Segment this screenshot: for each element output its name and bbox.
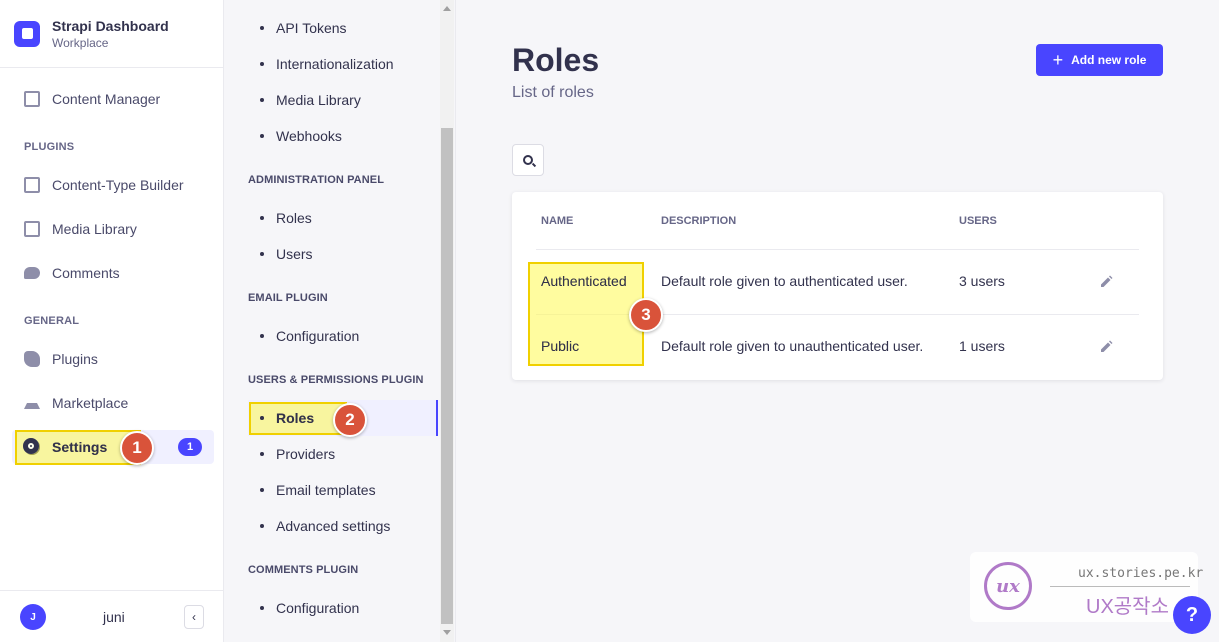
pencil-square-icon <box>24 91 40 107</box>
subnav-section-users-permissions: USERS & PERMISSIONS PLUGIN <box>248 374 424 386</box>
role-description: Default role given to authenticated user… <box>661 273 908 289</box>
step-marker-1: 1 <box>120 431 154 465</box>
step-marker-3: 3 <box>629 298 663 332</box>
nav-item-media-library[interactable]: Media Library <box>12 212 214 246</box>
subnav-item-providers[interactable]: Providers <box>248 436 438 472</box>
nav-item-marketplace[interactable]: Marketplace <box>12 386 214 420</box>
nav-item-label: Media Library <box>52 221 137 237</box>
nav-item-plugins[interactable]: Plugins <box>12 342 214 376</box>
subnav-section-admin: ADMINISTRATION PANEL <box>248 174 385 186</box>
search-button[interactable] <box>512 144 544 176</box>
brand-title: Strapi Dashboard <box>52 17 169 34</box>
subnav-item-admin-roles[interactable]: Roles <box>248 200 438 236</box>
nav-item-label: Content-Type Builder <box>52 177 184 193</box>
shopping-cart-icon <box>24 397 40 409</box>
subnav-item-admin-users[interactable]: Users <box>248 236 438 272</box>
column-header-users: USERS <box>959 215 997 227</box>
watermark-logo: ux <box>984 562 1032 610</box>
scroll-up-arrow-icon[interactable] <box>443 6 451 11</box>
notification-badge: 1 <box>178 438 202 456</box>
avatar[interactable]: J <box>20 604 46 630</box>
brand-subtitle: Workplace <box>52 35 109 50</box>
nav-footer: J juni ‹ <box>0 590 224 642</box>
role-users-count: 1 users <box>959 338 1005 354</box>
add-new-role-button[interactable]: + Add new role <box>1036 44 1163 76</box>
subnav-scrollbar[interactable] <box>440 0 454 642</box>
nav-item-label: Marketplace <box>52 395 129 411</box>
divider <box>1050 586 1190 587</box>
nav-item-content-type-builder[interactable]: Content-Type Builder <box>12 168 214 202</box>
nav-item-label: Comments <box>52 265 120 281</box>
subnav-item-internationalization[interactable]: Internationalization <box>248 46 438 82</box>
scroll-down-arrow-icon[interactable] <box>443 630 451 635</box>
main-navigation: Strapi Dashboard Workplace Content Manag… <box>0 0 224 642</box>
plus-icon: + <box>1052 49 1064 70</box>
public-label-overlay: Public <box>541 338 580 354</box>
roles-label-overlay: Roles <box>276 410 315 426</box>
column-header-description: DESCRIPTION <box>661 215 737 227</box>
subnav-item-api-tokens[interactable]: API Tokens <box>248 10 438 46</box>
bullet-dot <box>260 416 264 420</box>
subnav-item-email-templates[interactable]: Email templates <box>248 472 438 508</box>
chat-bubbles-icon <box>24 267 40 279</box>
subnav-section-email: EMAIL PLUGIN <box>248 292 328 304</box>
collapse-nav-button[interactable]: ‹ <box>184 605 204 629</box>
subnav-item-webhooks[interactable]: Webhooks <box>248 118 438 154</box>
subnav-item-advanced-settings[interactable]: Advanced settings <box>248 508 438 544</box>
layout-icon <box>24 177 40 193</box>
header-divider <box>536 249 1139 250</box>
gear-icon <box>23 438 39 454</box>
image-icon <box>24 221 40 237</box>
nav-section-general: GENERAL <box>24 315 80 327</box>
search-icon <box>523 155 533 165</box>
scrollbar-thumb[interactable] <box>441 128 453 624</box>
watermark-url: ux.stories.pe.kr <box>1078 566 1204 581</box>
subnav-section-comments: COMMENTS PLUGIN <box>248 564 359 576</box>
nav-item-label: Content Manager <box>52 91 161 107</box>
brand-header[interactable]: Strapi Dashboard Workplace <box>0 0 223 68</box>
subnav-item-email-configuration[interactable]: Configuration <box>248 318 438 354</box>
add-new-role-label: Add new role <box>1071 53 1147 67</box>
column-header-name: NAME <box>541 215 574 227</box>
role-description: Default role given to unauthenticated us… <box>661 338 924 354</box>
pencil-icon[interactable] <box>1099 340 1113 354</box>
help-button[interactable]: ? <box>1173 596 1211 634</box>
puzzle-icon <box>24 351 40 367</box>
pencil-icon[interactable] <box>1099 275 1113 289</box>
subnav-item-media-library[interactable]: Media Library <box>248 82 438 118</box>
watermark-brand: UX공작소 <box>1086 596 1169 618</box>
settings-subnavigation: API Tokens Internationalization Media Li… <box>224 0 456 642</box>
nav-item-comments[interactable]: Comments <box>12 256 214 290</box>
page-subtitle: List of roles <box>512 84 594 101</box>
watermark: ux ux.stories.pe.kr UX공작소 <box>970 552 1203 622</box>
nav-item-content-manager[interactable]: Content Manager <box>12 82 214 116</box>
nav-section-plugins: PLUGINS <box>24 141 75 153</box>
user-name[interactable]: juni <box>103 609 125 625</box>
page-title: Roles <box>512 42 600 78</box>
step-marker-2: 2 <box>333 403 367 437</box>
role-users-count: 3 users <box>959 273 1005 289</box>
authenticated-label-overlay: Authenticated <box>541 273 627 289</box>
strapi-logo-icon <box>14 20 40 47</box>
subnav-item-comments-configuration[interactable]: Configuration <box>248 590 438 626</box>
settings-label-overlay: Settings <box>52 439 108 455</box>
nav-item-label: Plugins <box>52 351 98 367</box>
